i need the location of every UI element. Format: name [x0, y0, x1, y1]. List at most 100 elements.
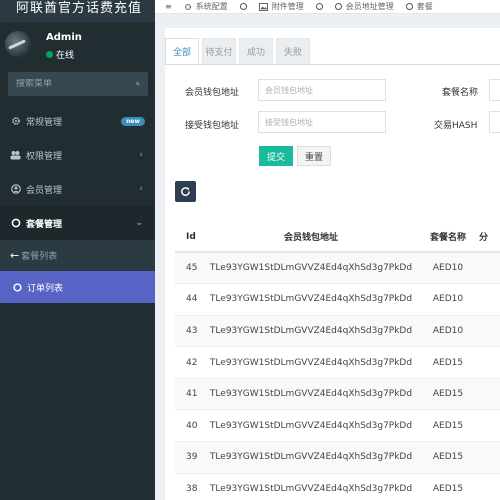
cell-id: 41 [175, 378, 205, 411]
tx-hash-label: 交易HASH [434, 121, 478, 131]
app-title: 阿联酋官方话费充值 [0, 0, 155, 22]
user-icon [10, 184, 21, 195]
avatar[interactable] [5, 31, 31, 57]
package-name-label: 套餐名称 [442, 88, 479, 98]
table-row[interactable]: 40 TLe93YGW1StDLmGVVZ4Ed4qXhSd3g7PkDd AE… [175, 409, 500, 443]
tab-all[interactable]: 全部 [165, 38, 199, 64]
tx-hash-input[interactable] [489, 111, 500, 133]
cell-member-wallet: TLe93YGW1StDLmGVVZ4Ed4qXhSd3g7PkDd [205, 315, 417, 348]
sidebar-subitem-package-list[interactable]: ← 套餐列表 [0, 240, 155, 271]
reset-button[interactable]: 重置 [297, 146, 331, 166]
cell-package-name: AED10 [417, 283, 479, 316]
cell-member-wallet: TLe93YGW1StDLmGVVZ4Ed4qXhSd3g7PkDd [205, 473, 417, 500]
menu-toggle-icon[interactable]: ≡ [165, 2, 172, 11]
table-header-row: Id 会员钱包地址 套餐名称 分 [175, 222, 500, 253]
member-wallet-input[interactable] [258, 79, 386, 101]
cell-member-wallet: TLe93YGW1StDLmGVVZ4Ed4qXhSd3g7PkDd [205, 346, 417, 379]
users-icon [10, 150, 21, 161]
tab-circle[interactable] [315, 3, 323, 10]
online-dot-icon [46, 51, 53, 58]
cell-member-wallet: TLe93YGW1StDLmGVVZ4Ed4qXhSd3g7PkDd [205, 409, 417, 443]
table-row[interactable]: 42 TLe93YGW1StDLmGVVZ4Ed4qXhSd3g7PkDd AE… [175, 346, 500, 379]
user-panel: Admin 在线 [0, 22, 155, 70]
tab-success[interactable]: 成功 [239, 38, 273, 64]
cell-partial [479, 441, 500, 474]
cell-member-wallet: TLe93YGW1StDLmGVVZ4Ed4qXhSd3g7PkDd [205, 283, 417, 316]
main-content: 全部 待支付 成功 失败 会员钱包地址 套餐名称 接受钱包地址 交易HASH 提… [155, 14, 500, 500]
gear-icon [184, 3, 191, 10]
member-wallet-label: 会员钱包地址 [185, 88, 240, 98]
tab-divider [165, 64, 500, 65]
cell-id: 43 [175, 315, 205, 348]
sidebar-item-general[interactable]: 常规管理 new [0, 104, 155, 138]
table-row[interactable]: 41 TLe93YGW1StDLmGVVZ4Ed4qXhSd3g7PkDd AE… [175, 378, 500, 411]
cell-partial [479, 252, 500, 285]
cell-id: 42 [175, 346, 205, 379]
sidebar-item-permissions[interactable]: 权限管理 ‹ [0, 138, 155, 172]
sidebar: 阿联酋官方话费充值 Admin 在线 常规管理 new 权限管理 ‹ 会员管理 … [0, 0, 155, 500]
cell-id: 40 [175, 409, 205, 443]
tab-label: 附件管理 [271, 2, 304, 11]
cell-id: 44 [175, 283, 205, 316]
sidebar-menu: 常规管理 new 权限管理 ‹ 会员管理 ‹ 套餐管理 ⌄ ← 套餐列表 订单列… [0, 104, 155, 303]
search-icon[interactable] [136, 79, 140, 89]
sidebar-item-label: 会员管理 [26, 185, 63, 196]
cell-package-name: AED15 [417, 346, 479, 379]
sidebar-item-label: 常规管理 [26, 117, 63, 128]
refresh-button[interactable] [175, 181, 196, 202]
status-tabs: 全部 待支付 成功 失败 [165, 38, 310, 64]
tab-packages[interactable]: 套餐 [405, 1, 433, 12]
sidebar-subitem-label: 套餐列表 [21, 252, 58, 262]
circle-icon [13, 282, 22, 292]
column-header-member-wallet[interactable]: 会员钱包地址 [205, 222, 417, 253]
sidebar-subitem-order-list[interactable]: 订单列表 [0, 271, 155, 303]
receive-wallet-label: 接受钱包地址 [185, 121, 240, 131]
cell-partial [479, 346, 500, 379]
table-row[interactable]: 43 TLe93YGW1StDLmGVVZ4Ed4qXhSd3g7PkDd AE… [175, 315, 500, 348]
submit-button[interactable]: 提交 [259, 146, 293, 166]
table-row[interactable]: 44 TLe93YGW1StDLmGVVZ4Ed4qXhSd3g7PkDd AE… [175, 283, 500, 316]
cell-package-name: AED15 [417, 441, 479, 474]
cell-package-name: AED15 [417, 409, 479, 443]
sidebar-item-members[interactable]: 会员管理 ‹ [0, 172, 155, 206]
submenu-packages: ← 套餐列表 订单列表 [0, 240, 155, 303]
user-status: 在线 [46, 48, 74, 61]
sidebar-item-packages[interactable]: 套餐管理 ⌄ [0, 206, 155, 240]
receive-wallet-input[interactable] [258, 111, 386, 133]
column-header-partial[interactable]: 分 [479, 222, 500, 253]
cell-partial [479, 283, 500, 316]
topbar: ≡ 系统配置 附件管理 会员地址管理 套餐 [155, 0, 500, 14]
tab-pending[interactable]: 待支付 [202, 38, 236, 64]
tab-failed[interactable]: 失败 [276, 38, 310, 64]
circle-icon [315, 3, 323, 10]
gear-icon [10, 116, 21, 127]
cell-id: 38 [175, 473, 205, 500]
cell-partial [479, 315, 500, 348]
cell-member-wallet: TLe93YGW1StDLmGVVZ4Ed4qXhSd3g7PkDd [205, 252, 417, 285]
column-header-package-name[interactable]: 套餐名称 [417, 222, 479, 253]
table-row[interactable]: 45 TLe93YGW1StDLmGVVZ4Ed4qXhSd3g7PkDd AE… [175, 252, 500, 285]
image-icon [258, 2, 268, 11]
tab-attachments[interactable]: 附件管理 [258, 1, 304, 12]
sidebar-subitem-label: 订单列表 [27, 283, 64, 294]
tab-member-address[interactable]: 会员地址管理 [334, 1, 394, 12]
tab-circle[interactable] [239, 3, 247, 10]
cell-member-wallet: TLe93YGW1StDLmGVVZ4Ed4qXhSd3g7PkDd [205, 378, 417, 411]
cell-package-name: AED15 [417, 473, 479, 500]
tab-label: 套餐 [416, 2, 433, 11]
column-header-id[interactable]: Id [175, 222, 205, 253]
chevron-left-icon: ‹ [139, 184, 143, 194]
package-name-input[interactable] [489, 79, 500, 101]
search-input[interactable] [16, 79, 136, 89]
circle-icon [334, 3, 342, 10]
cell-package-name: AED10 [417, 315, 479, 348]
user-name: Admin [46, 32, 82, 43]
tab-system-config[interactable]: 系统配置 [184, 1, 228, 12]
table-row[interactable]: 39 TLe93YGW1StDLmGVVZ4Ed4qXhSd3g7PkDd AE… [175, 441, 500, 474]
sidebar-item-label: 权限管理 [26, 151, 63, 162]
table-row[interactable]: 38 TLe93YGW1StDLmGVVZ4Ed4qXhSd3g7PkDd AE… [175, 473, 500, 500]
circle-icon [405, 3, 413, 10]
tab-label: 系统配置 [195, 2, 228, 11]
user-status-label: 在线 [56, 51, 75, 61]
cell-member-wallet: TLe93YGW1StDLmGVVZ4Ed4qXhSd3g7PkDd [205, 441, 417, 474]
